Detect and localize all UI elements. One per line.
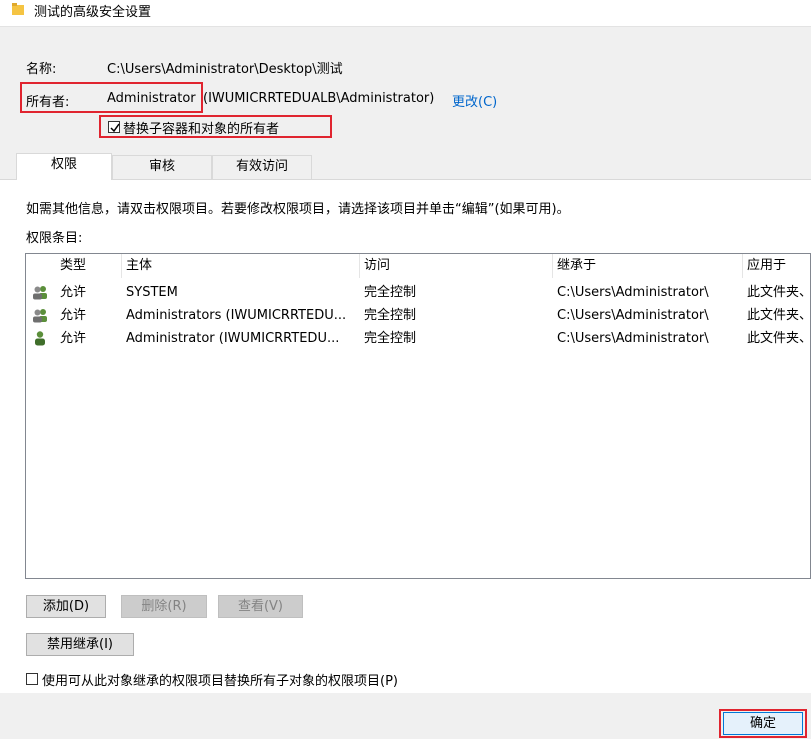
replace-owner-highlight-box	[99, 115, 332, 138]
single-user-icon	[35, 331, 45, 346]
column-header-type[interactable]: 类型	[56, 254, 122, 278]
window-title: 测试的高级安全设置	[34, 5, 152, 20]
info-text: 如需其他信息，请双击权限项目。若要修改权限项目，请选择该项目并单击“编辑”(如果…	[26, 202, 570, 217]
tab-permissions[interactable]: 权限	[16, 153, 112, 180]
owner-domain: (IWUMICRRTEDUALB\Administrator)	[203, 91, 435, 106]
title-bar: 测试的高级安全设置	[0, 0, 811, 26]
row-inherited-from: C:\Users\Administrator\	[557, 285, 709, 300]
list-header: 类型 主体 访问 继承于 应用于	[26, 254, 810, 278]
column-header-inherited-from[interactable]: 继承于	[553, 254, 743, 278]
row-access: 完全控制	[364, 285, 417, 300]
name-value: C:\Users\Administrator\Desktop\测试	[107, 62, 343, 77]
row-type: 允许	[60, 285, 87, 300]
row-principal: SYSTEM	[126, 285, 178, 300]
tab-auditing[interactable]: 审核	[112, 155, 212, 179]
entries-label: 权限条目:	[26, 231, 83, 246]
change-owner-link[interactable]: 更改(C)	[452, 91, 497, 110]
ok-highlight-box	[719, 709, 807, 738]
replace-child-permissions-checkbox[interactable]	[26, 673, 38, 685]
remove-button[interactable]: 删除(R)	[121, 595, 207, 618]
row-inherited-from: C:\Users\Administrator\	[557, 308, 709, 323]
column-header-access[interactable]: 访问	[360, 254, 553, 278]
owner-highlight-box	[20, 82, 203, 113]
group-users-icon	[33, 286, 47, 300]
tab-effective-access[interactable]: 有效访问	[212, 155, 312, 179]
row-type: 允许	[60, 331, 87, 346]
folder-icon	[12, 3, 24, 15]
table-row[interactable]: 允许 Administrator (IWUMICRRTEDU... 完全控制 C…	[26, 327, 810, 350]
row-applies-to: 此文件夹、	[747, 331, 811, 346]
row-applies-to: 此文件夹、	[747, 308, 811, 323]
table-row[interactable]: 允许 SYSTEM 完全控制 C:\Users\Administrator\ 此…	[26, 281, 810, 304]
table-row[interactable]: 允许 Administrators (IWUMICRRTEDU... 完全控制 …	[26, 304, 810, 327]
row-inherited-from: C:\Users\Administrator\	[557, 331, 709, 346]
row-applies-to: 此文件夹、	[747, 285, 811, 300]
permission-entries-list[interactable]: 类型 主体 访问 继承于 应用于 允许 SYSTEM 完全控制 C:\Users…	[25, 253, 811, 579]
name-label: 名称:	[26, 62, 57, 77]
row-access: 完全控制	[364, 308, 417, 323]
row-access: 完全控制	[364, 331, 417, 346]
row-principal: Administrators (IWUMICRRTEDU...	[126, 308, 347, 323]
disable-inheritance-button[interactable]: 禁用继承(I)	[26, 633, 134, 656]
view-button[interactable]: 查看(V)	[218, 595, 303, 618]
column-header-principal[interactable]: 主体	[122, 254, 360, 278]
row-principal: Administrator (IWUMICRRTEDU...	[126, 331, 340, 346]
add-button[interactable]: 添加(D)	[26, 595, 106, 618]
group-users-icon	[33, 309, 47, 323]
row-type: 允许	[60, 308, 87, 323]
replace-child-permissions-label: 使用可从此对象继承的权限项目替换所有子对象的权限项目(P)	[42, 674, 398, 689]
column-header-applies-to[interactable]: 应用于	[743, 254, 810, 278]
